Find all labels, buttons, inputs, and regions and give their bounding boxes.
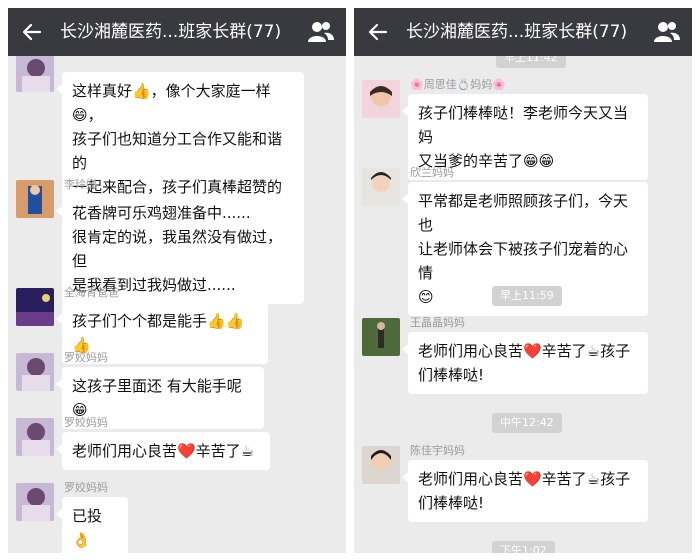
timestamp: 中午12:42	[492, 413, 562, 433]
message-text: 老师们用心良苦❤️辛苦了☕孩子 们棒棒哒!	[418, 342, 631, 384]
timestamp: 早上11:59	[492, 286, 562, 306]
chat-panel-left: 这样真好👍，像个大家庭一样😄， 孩子们也知道分工合作又能和谐的 一起来配合，孩子…	[8, 8, 346, 553]
back-arrow-icon[interactable]	[366, 20, 390, 44]
message-bubble[interactable]: 老师们用心良苦❤️辛苦了☕孩子 们棒棒哒!	[402, 460, 648, 522]
sender-name: 罗姣妈妈	[64, 351, 108, 364]
avatar[interactable]	[16, 180, 54, 218]
message-text: 这孩子里面还 有大能手呢😁	[72, 377, 242, 419]
sender-name: 李玲娣	[64, 178, 97, 191]
avatar[interactable]	[16, 288, 54, 326]
avatar[interactable]	[362, 168, 400, 206]
avatar[interactable]	[16, 54, 54, 92]
avatar[interactable]	[362, 80, 400, 118]
sender-name: 欣兰妈妈	[410, 166, 454, 179]
chat-header: 长沙湘麓医药...班家长群(77)	[8, 8, 346, 56]
message-bubble[interactable]: 老师们用心良苦❤️辛苦了☕	[56, 432, 270, 470]
chat-panel-right: 早上11:42 🌸周思佳💍妈妈🌸 孩子们棒棒哒！李老师今天又当妈 又当爹的辛苦了…	[354, 8, 692, 553]
chat-title: 长沙湘麓医药...班家长群(77)	[406, 22, 628, 42]
group-members-icon[interactable]	[654, 20, 680, 44]
timestamp: 下午1:02	[492, 541, 555, 553]
sender-name: 🌸周思佳💍妈妈🌸	[410, 78, 507, 91]
message-bubble[interactable]: 老师们用心良苦❤️辛苦了☕孩子 们棒棒哒!	[402, 332, 648, 394]
avatar[interactable]	[16, 353, 54, 391]
sender-name: 罗姣妈妈	[64, 416, 108, 429]
sender-name: 罗姣妈妈	[64, 481, 108, 494]
avatar[interactable]	[362, 318, 400, 356]
message-text: 孩子们棒棒哒！李老师今天又当妈 又当爹的辛苦了😁😁	[418, 104, 629, 170]
chat-header: 长沙湘麓医药...班家长群(77)	[354, 8, 692, 56]
avatar[interactable]	[16, 483, 54, 521]
back-arrow-icon[interactable]	[20, 20, 44, 44]
avatar[interactable]	[16, 418, 54, 456]
chat-title: 长沙湘麓医药...班家长群(77)	[60, 22, 282, 42]
sender-name: 陈佳宇妈妈	[410, 444, 465, 457]
message-text: 花香牌可乐鸡翅准备中...... 很肯定的说，我虽然没有做过，但 是我看到过我妈…	[72, 204, 283, 294]
sender-name: 王晶晶妈妈	[410, 316, 465, 329]
message-text: 老师们用心良苦❤️辛苦了☕	[72, 442, 255, 460]
message-bubble[interactable]: 已投👌	[56, 497, 128, 553]
message-text: 老师们用心良苦❤️辛苦了☕孩子 们棒棒哒!	[418, 470, 631, 512]
group-members-icon[interactable]	[308, 20, 334, 44]
message-text: 孩子们个个都是能手👍👍👍	[72, 312, 245, 354]
sender-name: 全海青爸爸	[64, 286, 119, 299]
avatar[interactable]	[362, 446, 400, 484]
message-text: 已投👌	[72, 507, 103, 549]
